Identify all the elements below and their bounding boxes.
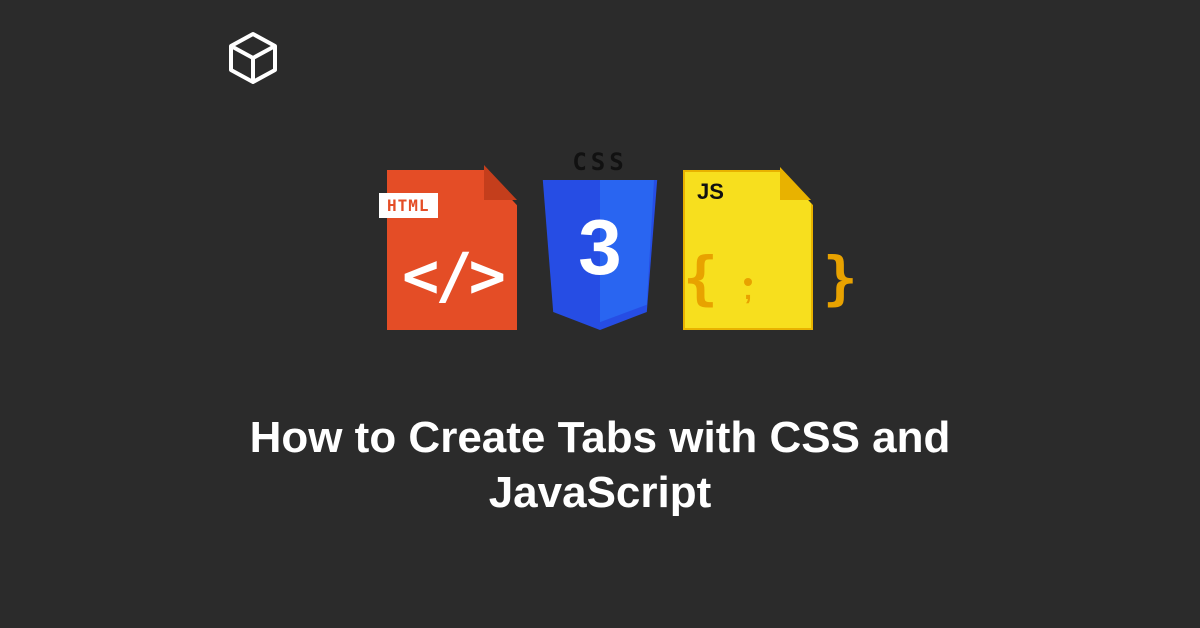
js-badge-label: JS [697,179,724,205]
css-version-number: 3 [535,202,665,293]
html-badge-label: HTML [379,193,438,218]
css-shield-icon: CSS 3 [535,148,665,330]
tech-icons-row: HTML </> CSS 3 JS { } , [387,148,813,330]
html-file-icon: HTML </> [387,165,517,330]
cube-logo-icon [225,30,281,91]
html-brackets-glyph: </> [387,239,517,312]
css-label: CSS [572,148,627,176]
page-title: How to Create Tabs with CSS and JavaScri… [190,410,1010,520]
js-file-icon: JS { } , [683,165,813,330]
card-content: HTML </> CSS 3 JS { } , How to Create Ta… [0,0,1200,628]
